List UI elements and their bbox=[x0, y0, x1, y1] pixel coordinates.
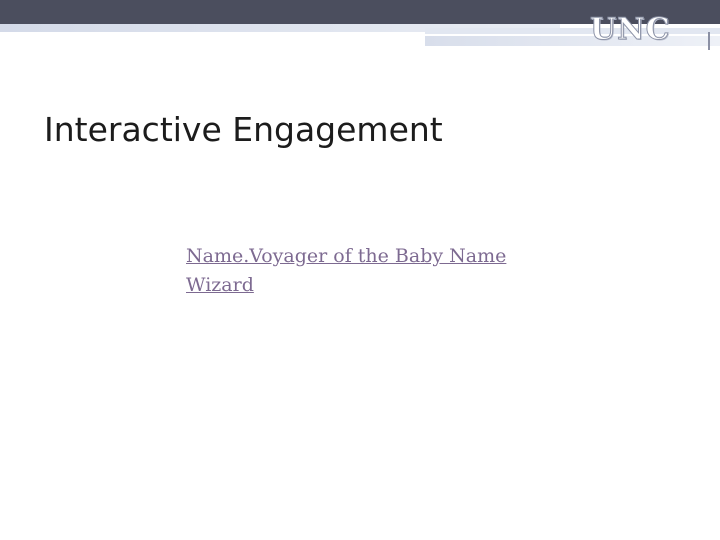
header-divider bbox=[708, 32, 710, 50]
slide-title: Interactive Engagement bbox=[44, 110, 443, 149]
unc-logo: UNC bbox=[590, 12, 671, 48]
slide: UNC Interactive Engagement Name.Voyager … bbox=[0, 0, 720, 540]
slide-content: Name.Voyager of the Baby Name Wizard bbox=[186, 242, 526, 300]
name-voyager-link[interactable]: Name.Voyager of the Baby Name Wizard bbox=[186, 245, 506, 296]
